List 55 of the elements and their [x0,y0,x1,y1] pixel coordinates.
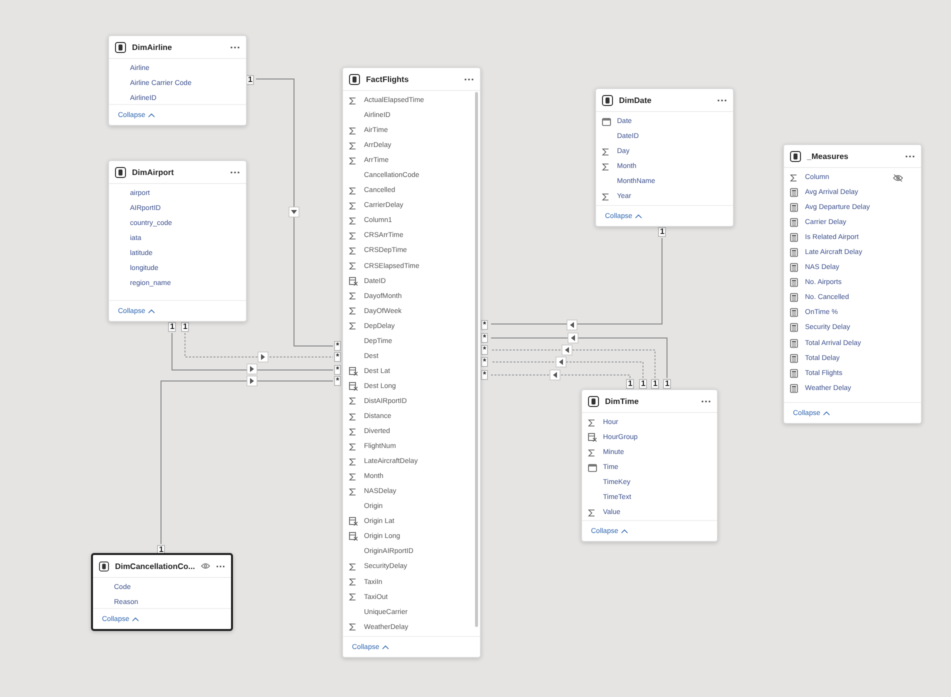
cardinality-label: 1 [651,379,660,389]
chevron-up-icon [635,214,642,218]
relationship-line[interactable] [490,344,656,378]
cardinality-label: * [481,333,488,343]
chevron-up-icon [621,528,628,534]
relationship-line[interactable] [184,332,334,362]
chevron-up-icon [148,112,156,118]
cardinality-label: 1 [658,227,666,237]
cardinality-label: 1 [663,379,672,389]
cardinality-label: * [481,345,488,355]
table-icon [115,42,126,52]
chevron-up-icon [382,644,390,650]
table-title: FactFlights [366,74,410,84]
hidden-icon[interactable] [893,174,903,182]
cardinality-label: 1 [181,322,190,332]
table-icon [790,150,801,162]
eye-icon[interactable] [200,562,210,570]
more-options-icon[interactable] [230,170,240,174]
table-title: _Measures [807,152,850,160]
more-options-icon[interactable] [701,400,711,402]
relationship-line[interactable] [172,332,334,374]
table-icon [99,560,109,572]
relationship-line[interactable] [490,370,630,380]
cardinality-label: 1 [626,379,634,389]
table-icon [588,396,599,406]
table-icon [349,74,360,84]
cardinality-label: * [481,320,488,330]
table-title: DimAirline [132,42,174,52]
cardinality-label: 1 [639,379,648,389]
more-options-icon[interactable] [905,154,915,158]
cardinality-label: * [334,365,342,375]
chevron-up-icon [823,410,830,416]
more-options-icon[interactable] [216,564,226,568]
more-options-icon[interactable] [464,78,474,80]
relationship-line[interactable] [490,332,668,378]
table-title: DimDate [619,96,652,104]
cardinality-label: * [334,352,342,362]
cardinality-label: * [334,376,342,386]
table-title: DimTime [605,396,640,406]
table-icon [115,166,126,178]
relationship-line[interactable] [490,356,644,378]
table-card[interactable] [783,144,922,424]
chevron-up-icon [132,616,140,622]
more-options-icon[interactable] [230,46,240,48]
table-title: DimAirport [132,168,175,176]
table-title: DimCancellationCo... [114,562,195,570]
table-card[interactable] [342,67,481,658]
table-icon [602,94,613,106]
scrollbar[interactable] [475,92,478,627]
cardinality-label: * [334,341,342,351]
cardinality-label: 1 [168,322,176,332]
cardinality-label: * [481,357,488,367]
more-options-icon[interactable] [717,98,727,102]
chevron-up-icon [148,308,156,314]
cardinality-label: * [481,370,488,380]
